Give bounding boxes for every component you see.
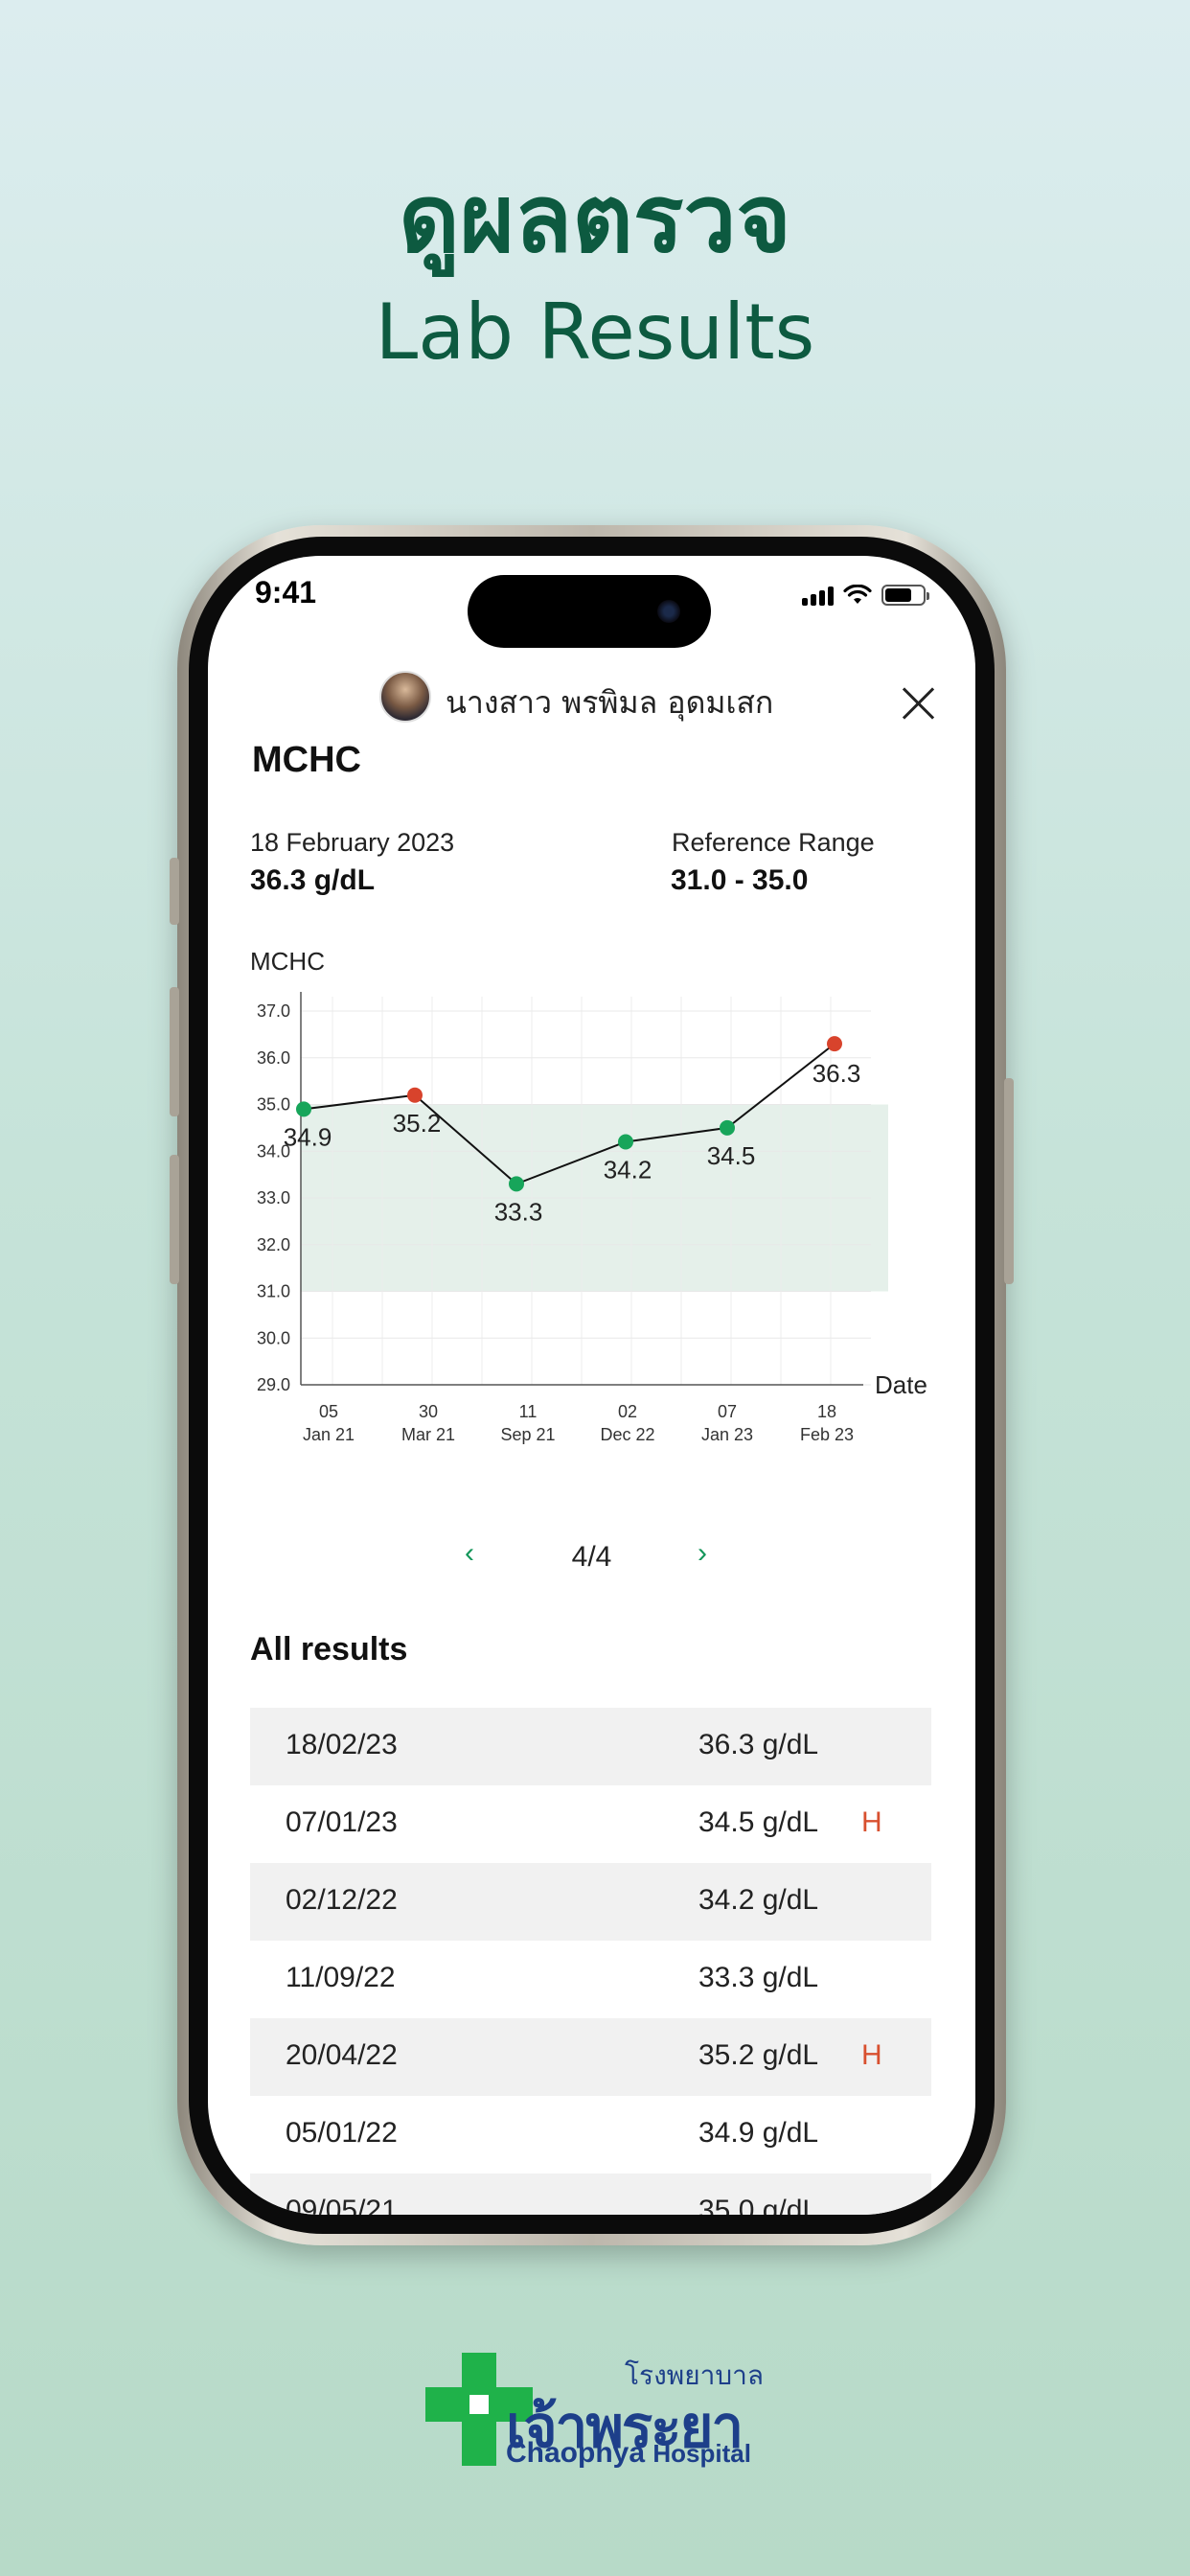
data-label: 35.2: [393, 1109, 442, 1138]
hospital-logo: โรงพยาบาล เจ้าพระยา Chaophya Hospital: [425, 2353, 770, 2477]
patient-name: นางสาว พรพิมล อุดมเสก: [446, 684, 774, 721]
reference-range-label: Reference Range: [672, 828, 875, 857]
data-point: [407, 1087, 423, 1103]
data-label: 33.3: [494, 1197, 543, 1226]
table-row[interactable]: 09/05/21 35.0 g/dL: [250, 2174, 931, 2215]
x-tick-label: Jan 23: [701, 1425, 753, 1444]
phone-side-button: [1004, 1078, 1014, 1284]
y-tick-label: 30.0: [257, 1328, 290, 1347]
y-tick-label: 29.0: [257, 1375, 290, 1394]
row-value: 34.2 g/dL: [698, 1884, 819, 1916]
x-tick-label: 18: [817, 1402, 836, 1421]
battery-icon: [881, 585, 929, 606]
cellular-signal-icon: [802, 585, 834, 606]
result-date: 18 February 2023: [250, 828, 455, 857]
row-flag: H: [861, 1806, 882, 1838]
table-row[interactable]: 20/04/22 35.2 g/dL H: [250, 2018, 931, 2096]
table-row[interactable]: 05/01/22 34.9 g/dL: [250, 2096, 931, 2174]
logo-en: Chaophya Hospital: [506, 2437, 751, 2470]
row-date: 20/04/22: [286, 2039, 398, 2071]
logo-en-name: Chaophya: [506, 2437, 646, 2469]
row-date: 09/05/21: [286, 2195, 398, 2215]
wifi-icon: [843, 585, 872, 604]
table-row[interactable]: 02/12/22 34.2 g/dL: [250, 1863, 931, 1941]
data-label: 34.5: [707, 1141, 756, 1170]
chart-title: MCHC: [250, 947, 325, 976]
row-flag: H: [861, 2039, 882, 2071]
x-tick-label: Jan 21: [303, 1425, 355, 1444]
phone-side-button: [170, 858, 179, 925]
y-tick-label: 35.0: [257, 1095, 290, 1115]
row-value: 36.3 g/dL: [698, 1729, 819, 1760]
status-icons: [802, 585, 929, 606]
x-tick-label: 30: [419, 1402, 438, 1421]
row-date: 18/02/23: [286, 1729, 398, 1760]
x-tick-label: 07: [718, 1402, 737, 1421]
data-point: [827, 1036, 842, 1052]
row-value: 35.2 g/dL: [698, 2039, 819, 2071]
data-point: [618, 1134, 633, 1150]
data-label: 34.9: [284, 1122, 332, 1151]
row-date: 11/09/22: [286, 1962, 396, 1993]
header-row: นางสาว พรพิมล อุดมเสก: [208, 669, 975, 726]
row-date: 02/12/22: [286, 1884, 398, 1916]
close-icon[interactable]: [900, 684, 938, 723]
pager: ‹ 4/4 ›: [208, 1533, 975, 1581]
y-tick-label: 36.0: [257, 1048, 290, 1068]
status-time: 9:41: [255, 575, 317, 610]
row-value: 35.0 g/dL: [698, 2195, 819, 2215]
all-results-title: All results: [250, 1631, 408, 1668]
avatar[interactable]: [379, 671, 431, 723]
reference-range-value: 31.0 - 35.0: [671, 864, 809, 896]
row-date: 05/01/22: [286, 2117, 398, 2149]
page-count: 4/4: [571, 1541, 612, 1573]
row-value: 34.5 g/dL: [698, 1806, 819, 1838]
y-tick-label: 32.0: [257, 1235, 290, 1254]
dynamic-island: [468, 575, 711, 648]
row-value: 34.9 g/dL: [698, 2117, 819, 2149]
data-point: [720, 1119, 735, 1136]
table-row[interactable]: 07/01/23 34.5 g/dL H: [250, 1785, 931, 1863]
data-point: [296, 1101, 311, 1117]
results-list: 18/02/23 36.3 g/dL 07/01/23 34.5 g/dL H …: [250, 1708, 931, 2215]
table-row[interactable]: 11/09/22 33.3 g/dL: [250, 1941, 931, 2018]
data-label: 34.2: [604, 1156, 652, 1184]
x-tick-label: Dec 22: [600, 1425, 654, 1444]
chevron-right-icon[interactable]: ›: [698, 1537, 707, 1570]
result-value: 36.3 g/dL: [250, 864, 376, 896]
data-point: [509, 1176, 524, 1192]
logo-en-hospital: Hospital: [652, 2439, 751, 2468]
x-tick-label: Mar 21: [401, 1425, 455, 1444]
phone-side-button: [170, 987, 179, 1116]
row-date: 07/01/23: [286, 1806, 398, 1838]
y-tick-label: 31.0: [257, 1282, 290, 1301]
trend-chart: 29.030.031.032.033.034.035.036.037.0Date…: [257, 992, 927, 1444]
y-tick-label: 33.0: [257, 1188, 290, 1208]
x-tick-label: 02: [618, 1402, 637, 1421]
camera-icon: [657, 600, 680, 623]
x-tick-label: 11: [519, 1402, 538, 1421]
phone-screen: 9:41 นางสาว พรพิมล อุดมเสก MCHC 18 Febru…: [208, 556, 975, 2215]
x-tick-label: Feb 23: [800, 1425, 854, 1444]
test-title: MCHC: [252, 740, 361, 780]
row-value: 33.3 g/dL: [698, 1962, 819, 1993]
y-tick-label: 37.0: [257, 1001, 290, 1021]
x-axis-label: Date: [875, 1370, 927, 1399]
hero-title-thai: ดูผลตรวจ: [399, 165, 791, 274]
phone-side-button: [170, 1155, 179, 1284]
table-row[interactable]: 18/02/23 36.3 g/dL: [250, 1708, 931, 1785]
x-tick-label: Sep 21: [500, 1425, 555, 1444]
x-tick-label: 05: [319, 1402, 338, 1421]
hero-title-en: Lab Results: [375, 288, 815, 377]
data-label: 36.3: [812, 1059, 861, 1088]
